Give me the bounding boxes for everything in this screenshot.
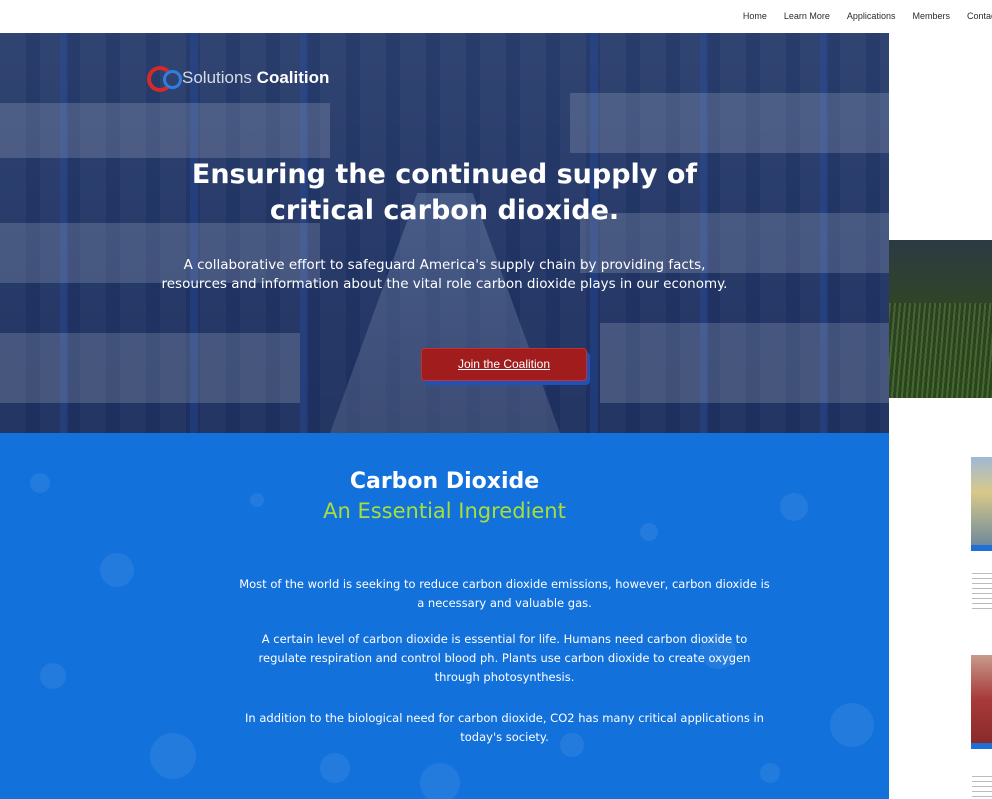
hero-title-line-2: critical carbon dioxide. [269,195,620,226]
paragraph-3-line-1: In addition to the biological need for c… [245,711,764,725]
card-image [971,655,992,743]
nav-applications-link[interactable]: Applications [847,11,896,21]
card-caption [972,776,992,798]
hero-subtitle-line-2: resources and information about the vita… [161,276,728,292]
site-logo[interactable]: Solutions Coalition [147,63,329,93]
application-card[interactable] [971,655,992,749]
paragraph-2-line-3: through photosynthesis. [434,670,575,684]
top-navigation: Home Learn More Applications Members Con… [0,0,992,34]
paragraph-1-line-2: a necessary and valuable gas. [417,596,592,610]
hero-subtitle: A collaborative effort to safeguard Amer… [0,256,889,294]
nav-home-link[interactable]: Home [743,11,767,21]
join-coalition-button[interactable]: Join the Coalition [421,348,587,381]
shelf-boxes [600,323,889,403]
card-caption [972,573,992,613]
paragraph-1: Most of the world is seeking to reduce c… [192,575,817,613]
card-accent-bar [971,743,992,749]
hero-subtitle-line-1: A collaborative effort to safeguard Amer… [183,257,706,273]
card-image [971,457,992,545]
nav-learn-more-link[interactable]: Learn More [784,11,830,21]
logo-wordmark: Solutions Coalition [182,68,329,88]
nav-menu: Home Learn More Applications Members Con… [743,11,992,21]
application-card[interactable] [971,457,992,551]
warehouse-aisle [330,193,560,433]
card-accent-bar [971,545,992,551]
paragraph-1-line-1: Most of the world is seeking to reduce c… [239,577,770,591]
logo-word-coalition: Coalition [256,68,330,87]
paragraph-2: A certain level of carbon dioxide is ess… [192,630,817,687]
field-image [889,240,992,398]
nav-members-link[interactable]: Members [912,11,950,21]
nav-contact-link[interactable]: Contact [967,11,992,21]
co2-logo-icon [147,64,182,92]
right-side-panel [889,33,992,799]
shelf-boxes [570,93,889,153]
hero-title: Ensuring the continued supply of critica… [0,157,889,229]
essential-ingredient-section: Carbon Dioxide An Essential Ingredient M… [0,433,889,799]
hero-section: Solutions Coalition Ensuring the continu… [0,33,889,433]
paragraph-2-line-2: regulate respiration and control blood p… [258,651,751,665]
logo-word-solutions: Solutions [182,68,252,87]
paragraph-3-line-2: today's society. [460,730,549,744]
section-title: Carbon Dioxide [349,469,540,494]
paragraph-3: In addition to the biological need for c… [192,709,817,747]
paragraph-2-line-1: A certain level of carbon dioxide is ess… [261,632,748,646]
shelf-boxes [0,333,300,403]
shelf-boxes [0,103,330,158]
hero-title-line-1: Ensuring the continued supply of [191,159,698,190]
section-subtitle: An Essential Ingredient [323,499,566,523]
